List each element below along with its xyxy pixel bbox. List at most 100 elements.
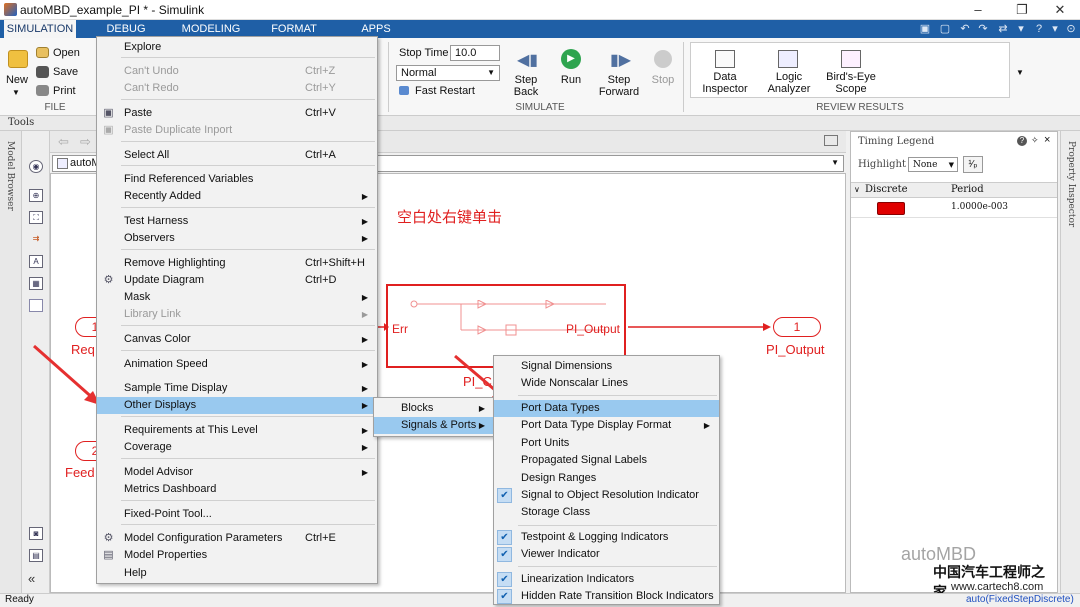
forward-arrow-icon[interactable]: ⇨ xyxy=(80,134,91,150)
hide-browser-icon[interactable]: ◉ xyxy=(29,160,43,173)
stop-button[interactable]: Stop xyxy=(648,74,678,86)
menu-item-library-link[interactable]: Library Link ▶ xyxy=(97,306,377,323)
logic-analyzer-button[interactable]: Logic Analyzer xyxy=(762,71,816,95)
maximize-button[interactable]: ❐ xyxy=(1002,0,1042,20)
menu-item-metrics-dashboard[interactable]: Metrics Dashboard xyxy=(97,481,377,498)
step-back-button[interactable]: Step Back xyxy=(504,74,548,98)
data-inspector-button[interactable]: Data Inspector xyxy=(696,71,754,95)
menu-item-paste-duplicate-inport[interactable]: ▣ Paste Duplicate Inport xyxy=(97,122,377,139)
highlight-select[interactable]: None ▼ xyxy=(908,157,958,172)
switch-window-icon[interactable]: ⇄ xyxy=(994,21,1012,37)
image-icon[interactable]: ▦ xyxy=(29,277,43,290)
simulation-mode-select[interactable]: Normal ▼ xyxy=(396,65,500,81)
undo-icon[interactable]: ↶ xyxy=(956,21,974,37)
menu-item-testpoint-logging-indicators[interactable]: ✔ Testpoint & Logging Indicators xyxy=(494,529,719,546)
gallery-expand-icon[interactable]: ▼ xyxy=(1016,68,1024,77)
menu-item-canvas-color[interactable]: Canvas Color ▶ xyxy=(97,331,377,348)
legend-row[interactable]: 1.0000e-003 xyxy=(851,200,1057,218)
menu-item-paste[interactable]: ▣ Paste Ctrl+V xyxy=(97,105,377,122)
menu-item-wide-nonscalar-lines[interactable]: Wide Nonscalar Lines xyxy=(494,375,719,392)
menu-item-viewer-indicator[interactable]: ✔ Viewer Indicator xyxy=(494,546,719,563)
minimize-button[interactable]: – xyxy=(958,0,998,20)
stop-icon xyxy=(654,50,672,68)
pin-icon[interactable]: ✧ xyxy=(1031,135,1039,146)
menu-item-model-properties[interactable]: ▤ Model Properties xyxy=(97,547,377,564)
menu-item-test-harness[interactable]: Test Harness ▶ xyxy=(97,213,377,230)
menu-item-fixed-point-tool[interactable]: Fixed-Point Tool... xyxy=(97,506,377,523)
menu-separator xyxy=(121,524,375,525)
solver-link[interactable]: auto(FixedStepDiscrete) xyxy=(966,594,1074,605)
menu-item-update-diagram[interactable]: ⚙ Update Diagram Ctrl+D xyxy=(97,272,377,289)
path-dropdown-icon[interactable]: ▼ xyxy=(831,158,839,167)
menu-item-can-t-redo[interactable]: Can't Redo Ctrl+Y xyxy=(97,80,377,97)
menu-item-select-all[interactable]: Select All Ctrl+A xyxy=(97,147,377,164)
save-icon[interactable]: ▣ xyxy=(916,21,934,37)
open-button[interactable]: Open xyxy=(53,47,80,59)
explorer-bar-icon[interactable]: ▤ xyxy=(29,549,43,562)
menu-item-label: Sample Time Display xyxy=(124,382,228,394)
step-back-icon: ◀▮ xyxy=(517,52,539,69)
menu-item-hidden-rate-transition-block-indicators[interactable]: ✔ Hidden Rate Transition Block Indicators xyxy=(494,588,719,605)
menu-item-linearization-indicators[interactable]: ✔ Linearization Indicators xyxy=(494,571,719,588)
menu-item-signal-dimensions[interactable]: Signal Dimensions xyxy=(494,358,719,375)
menu-item-model-advisor[interactable]: Model Advisor ▶ xyxy=(97,464,377,481)
screenshot-icon[interactable]: ◙ xyxy=(29,527,43,540)
redo-icon[interactable]: ↷ xyxy=(974,21,992,37)
menu-item-design-ranges[interactable]: Design Ranges xyxy=(494,470,719,487)
area-icon[interactable] xyxy=(29,299,43,312)
menu-item-animation-speed[interactable]: Animation Speed ▶ xyxy=(97,356,377,373)
print-button[interactable]: Print xyxy=(53,85,76,97)
menu-item-recently-added[interactable]: Recently Added ▶ xyxy=(97,188,377,205)
menu-item-label: Wide Nonscalar Lines xyxy=(521,377,628,389)
collapse-ribbon-icon[interactable]: ⊙ xyxy=(1062,21,1080,37)
birds-eye-scope-button[interactable]: Bird's-Eye Scope xyxy=(822,71,880,95)
menu-item-find-referenced-variables[interactable]: Find Referenced Variables xyxy=(97,171,377,188)
qat-dropdown-icon[interactable]: ▾ xyxy=(1012,21,1030,37)
menu-item-remove-highlighting[interactable]: Remove Highlighting Ctrl+Shift+H xyxy=(97,255,377,272)
collapse-palette-icon[interactable]: « xyxy=(28,571,35,586)
menu-item-explore[interactable]: Explore xyxy=(97,39,377,56)
run-button[interactable]: Run xyxy=(556,74,586,86)
menu-item-port-data-types[interactable]: Port Data Types xyxy=(494,400,719,417)
menu-item-coverage[interactable]: Coverage ▶ xyxy=(97,439,377,456)
zoom-icon[interactable]: ⊕ xyxy=(29,189,43,202)
menu-item-port-units[interactable]: Port Units xyxy=(494,435,719,452)
menu-item-port-data-type-display-format[interactable]: Port Data Type Display Format ▶ xyxy=(494,417,719,434)
menu-item-model-configuration-parameters[interactable]: ⚙ Model Configuration Parameters Ctrl+E xyxy=(97,530,377,547)
keyboard-icon[interactable] xyxy=(824,135,838,146)
menu-item-propagated-signal-labels[interactable]: Propagated Signal Labels xyxy=(494,452,719,469)
close-icon[interactable]: × xyxy=(1044,134,1050,146)
back-arrow-icon[interactable]: ⇦ xyxy=(58,134,69,150)
menu-item-requirements-at-this-level[interactable]: Requirements at This Level ▶ xyxy=(97,422,377,439)
cut-icon[interactable]: ▢ xyxy=(936,21,954,37)
expand-icon[interactable]: ∨ xyxy=(854,185,860,194)
menu-item-label: Coverage xyxy=(124,441,172,453)
menu-item-storage-class[interactable]: Storage Class xyxy=(494,504,719,521)
menu-item-signals-ports[interactable]: Signals & Ports ▶ xyxy=(374,417,494,434)
annotation-icon[interactable]: A xyxy=(29,255,43,268)
logic-analyzer-icon xyxy=(778,50,798,68)
period-toggle-button[interactable]: ¹⁄ₚ xyxy=(963,156,983,173)
property-inspector-tab[interactable]: Property Inspector xyxy=(1060,131,1080,593)
save-button[interactable]: Save xyxy=(53,66,78,78)
tab-simulation[interactable]: SIMULATION xyxy=(4,20,76,38)
menu-item-help[interactable]: Help xyxy=(97,565,377,582)
fast-restart-button[interactable]: Fast Restart xyxy=(415,85,475,97)
stop-time-input[interactable]: 10.0 xyxy=(450,45,500,61)
new-dropdown-icon[interactable]: ▼ xyxy=(12,88,20,97)
menu-item-mask[interactable]: Mask ▶ xyxy=(97,289,377,306)
menu-item-blocks[interactable]: Blocks ▶ xyxy=(374,400,494,417)
step-forward-button[interactable]: Step Forward xyxy=(597,74,641,98)
menu-item-can-t-undo[interactable]: Can't Undo Ctrl+Z xyxy=(97,63,377,80)
menu-item-observers[interactable]: Observers ▶ xyxy=(97,230,377,247)
help-icon[interactable]: ? xyxy=(1017,136,1027,146)
signal-arrow-icon[interactable]: ⇉ xyxy=(29,233,43,246)
fit-view-icon[interactable]: ⛶ xyxy=(29,211,43,224)
menu-item-other-displays[interactable]: Other Displays ▶ xyxy=(97,397,377,414)
new-button[interactable]: New xyxy=(4,74,30,86)
model-browser-tab[interactable]: Model Browser xyxy=(0,131,22,593)
menu-item-signal-to-object-resolution-indicator[interactable]: ✔ Signal to Object Resolution Indicator xyxy=(494,487,719,504)
menu-item-sample-time-display[interactable]: Sample Time Display ▶ xyxy=(97,380,377,397)
outport-block[interactable]: 1 xyxy=(773,317,821,337)
close-button[interactable]: ✕ xyxy=(1040,0,1080,20)
